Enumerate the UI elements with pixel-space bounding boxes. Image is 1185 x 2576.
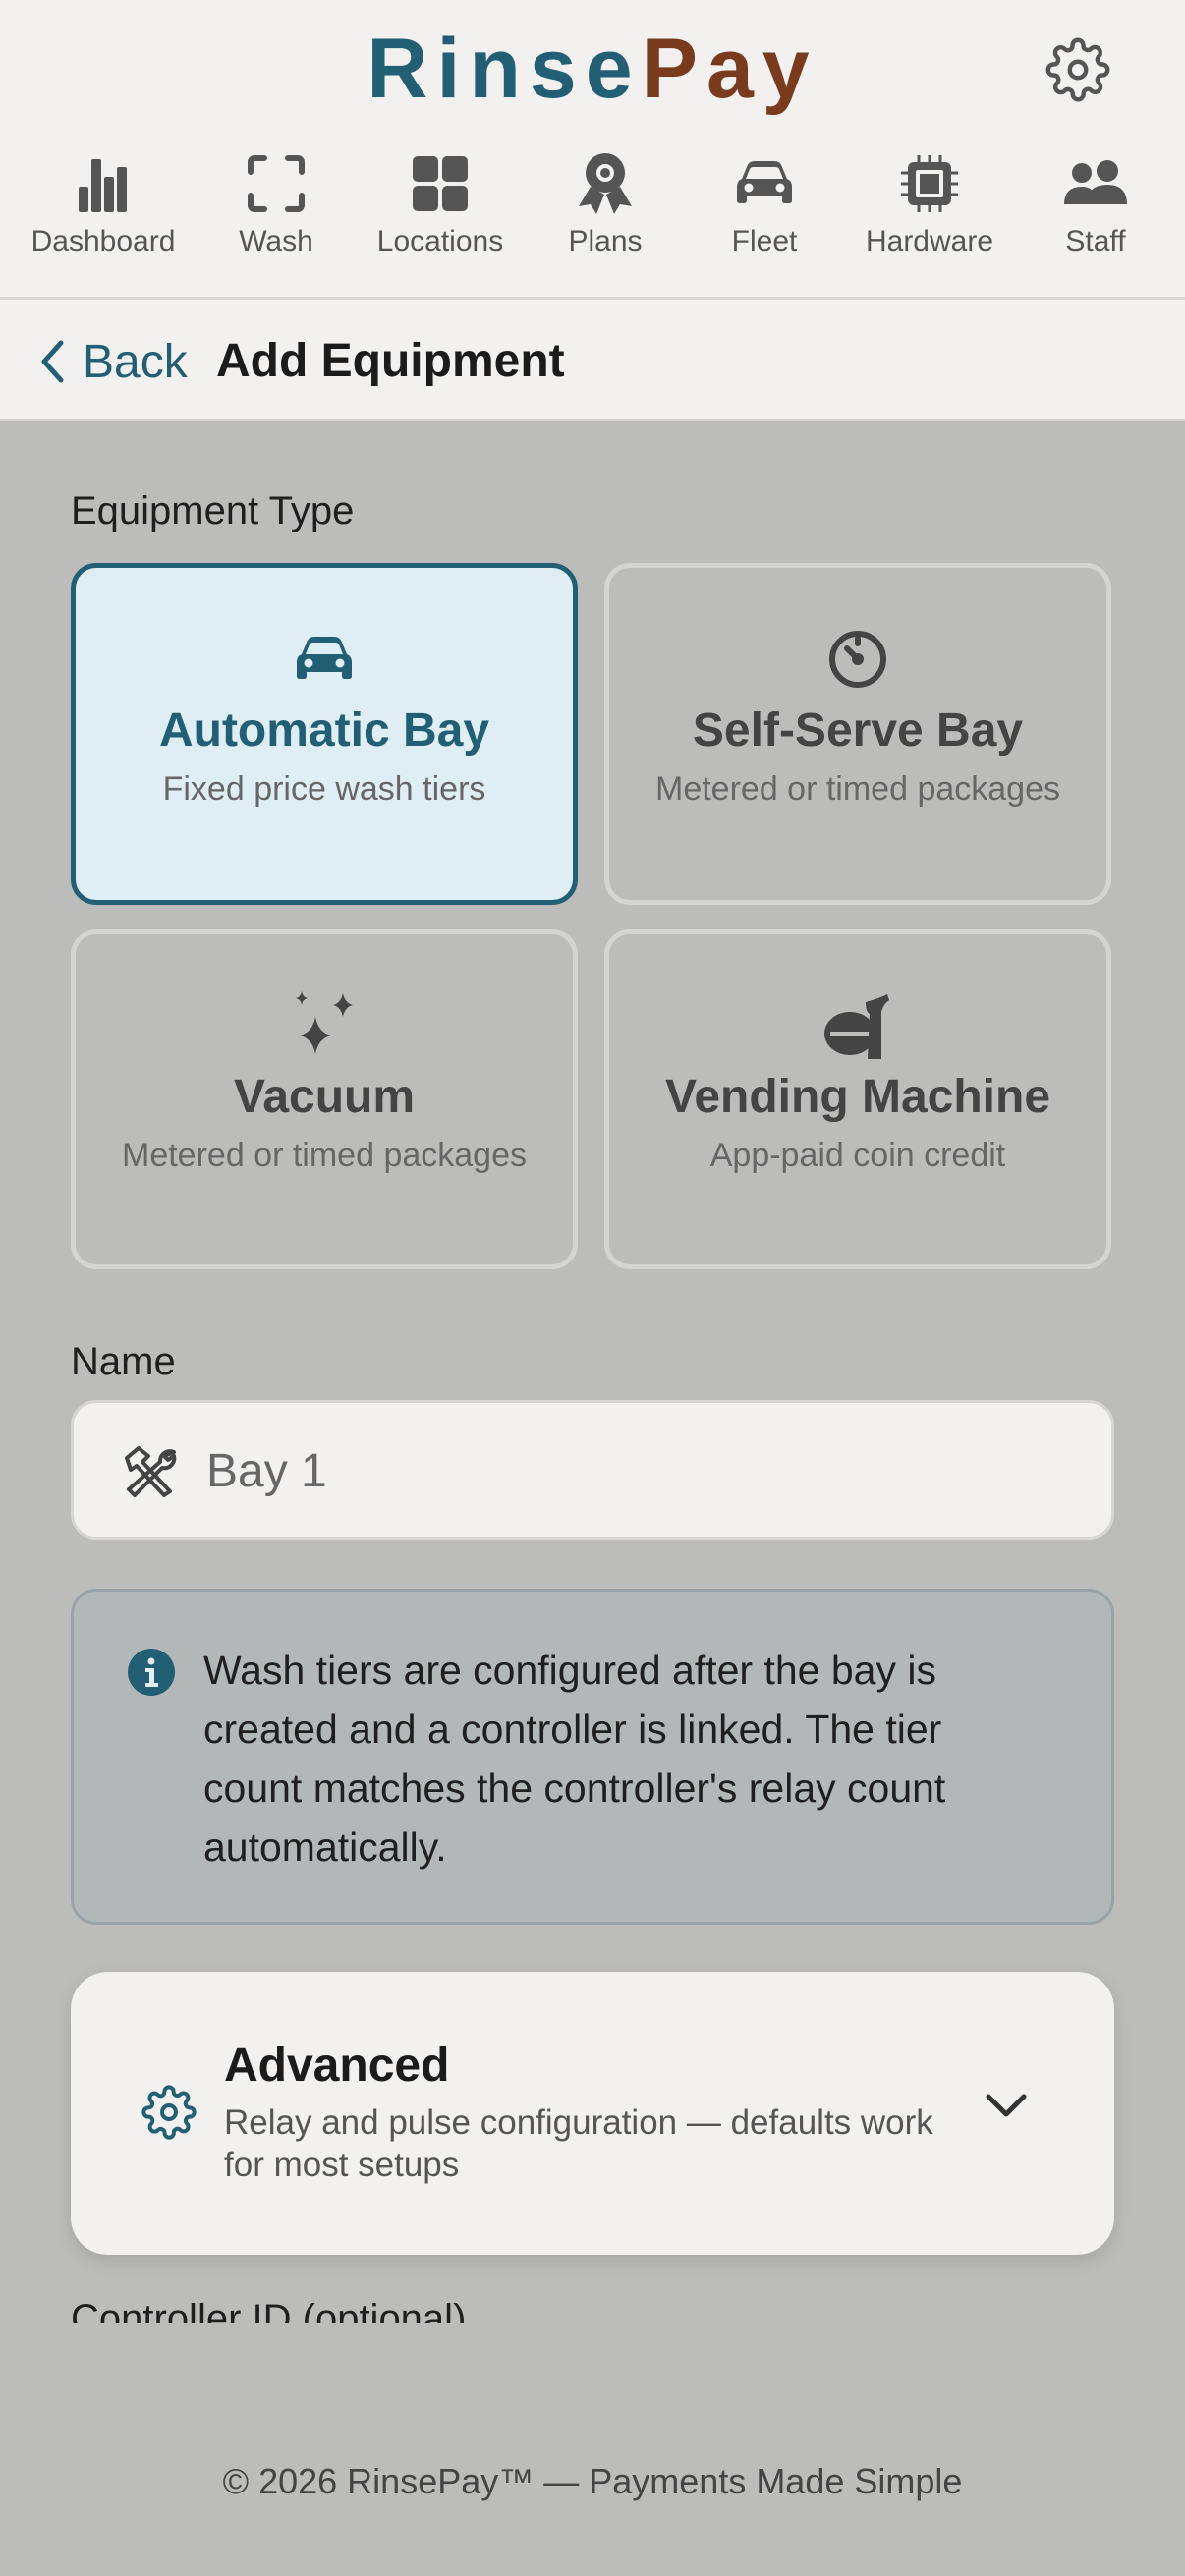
type-card-vacuum[interactable]: Vacuum Metered or timed packages	[71, 929, 578, 1269]
type-card-desc: Metered or timed packages	[655, 770, 1060, 808]
page-title: Add Equipment	[216, 335, 565, 387]
type-card-title: Vacuum	[233, 1071, 416, 1123]
nav-item-fleet[interactable]: Fleet	[681, 149, 848, 267]
advanced-description: Relay and pulse configuration — defaults…	[224, 2103, 933, 2184]
type-card-title: Automatic Bay	[158, 704, 490, 756]
nav-label: Plans	[568, 225, 643, 257]
nav-item-plans[interactable]: Plans	[522, 149, 689, 267]
name-label: Name	[71, 1340, 176, 1383]
top-nav: Dashboard Wash Locations Plans Fleet Har…	[0, 149, 1185, 267]
chevron-down-icon	[985, 2092, 1028, 2124]
nav-label: Fleet	[731, 225, 798, 257]
type-card-desc: App-paid coin credit	[709, 1137, 1006, 1174]
nav-item-dashboard[interactable]: Dashboard	[20, 149, 187, 267]
car-icon	[297, 637, 352, 679]
nav-label: Wash	[239, 225, 313, 257]
chip-icon	[901, 155, 958, 212]
controller-id-label: Controller ID (optional)	[71, 2297, 467, 2323]
bar-chart-icon	[79, 159, 127, 212]
logo-pay: Pay	[641, 22, 818, 116]
name-value: Bay 1	[206, 1445, 327, 1497]
coin-hand-icon	[824, 994, 889, 1059]
back-button[interactable]: Back	[39, 327, 188, 396]
type-card-desc: Fixed price wash tiers	[162, 770, 486, 808]
grid-icon	[413, 156, 468, 211]
info-icon	[127, 1648, 176, 1702]
nav-item-wash[interactable]: Wash	[193, 149, 360, 267]
advanced-section-toggle[interactable]: Advanced Relay and pulse configuration —…	[71, 1972, 1114, 2255]
info-text: Wash tiers are configured after the bay …	[203, 1648, 946, 1870]
nav-item-hardware[interactable]: Hardware	[846, 149, 1013, 267]
app-logo[interactable]: RinsePay	[0, 18, 1185, 121]
nav-item-staff[interactable]: Staff	[1012, 149, 1179, 267]
nav-label: Locations	[376, 225, 504, 257]
footer-copyright: © 2026 RinsePay™ — Payments Made Simple	[222, 2461, 963, 2501]
chevron-left-icon	[41, 340, 64, 383]
nav-label: Hardware	[865, 225, 994, 257]
controller-id-clip: Controller ID (optional)	[0, 2289, 1185, 2323]
tools-icon	[119, 1444, 180, 1502]
type-card-title: Vending Machine	[664, 1071, 1051, 1123]
type-card-vending-machine[interactable]: Vending Machine App-paid coin credit	[604, 929, 1111, 1269]
name-field[interactable]: Bay 1	[71, 1400, 1114, 1540]
type-card-automatic-bay[interactable]: Automatic Bay Fixed price wash tiers	[71, 563, 578, 905]
award-icon	[579, 153, 632, 214]
type-card-self-serve-bay[interactable]: Self-Serve Bay Metered or timed packages	[604, 563, 1111, 905]
type-card-desc: Metered or timed packages	[122, 1137, 527, 1174]
page-subheader: Back Add Equipment	[0, 300, 1185, 421]
nav-label: Dashboard	[30, 225, 176, 257]
logo-rinse: Rinse	[367, 22, 642, 116]
app-header: RinsePay Dashboard Wash Locations Plans …	[0, 0, 1185, 300]
scan-frame-icon	[248, 155, 305, 212]
nav-label: Staff	[1065, 225, 1126, 257]
gauge-icon	[829, 631, 886, 688]
car-icon	[737, 161, 792, 203]
sparkles-icon	[296, 991, 353, 1054]
advanced-title: Advanced	[224, 2040, 450, 2092]
gear-icon	[1045, 37, 1110, 102]
type-card-title: Self-Serve Bay	[692, 704, 1024, 756]
nav-item-locations[interactable]: Locations	[357, 149, 524, 267]
people-icon	[1064, 160, 1127, 204]
settings-button[interactable]	[1044, 35, 1112, 104]
back-label: Back	[83, 335, 188, 388]
gear-icon	[141, 2085, 197, 2145]
equipment-type-label: Equipment Type	[71, 489, 355, 532]
info-callout: Wash tiers are configured after the bay …	[71, 1589, 1114, 1925]
